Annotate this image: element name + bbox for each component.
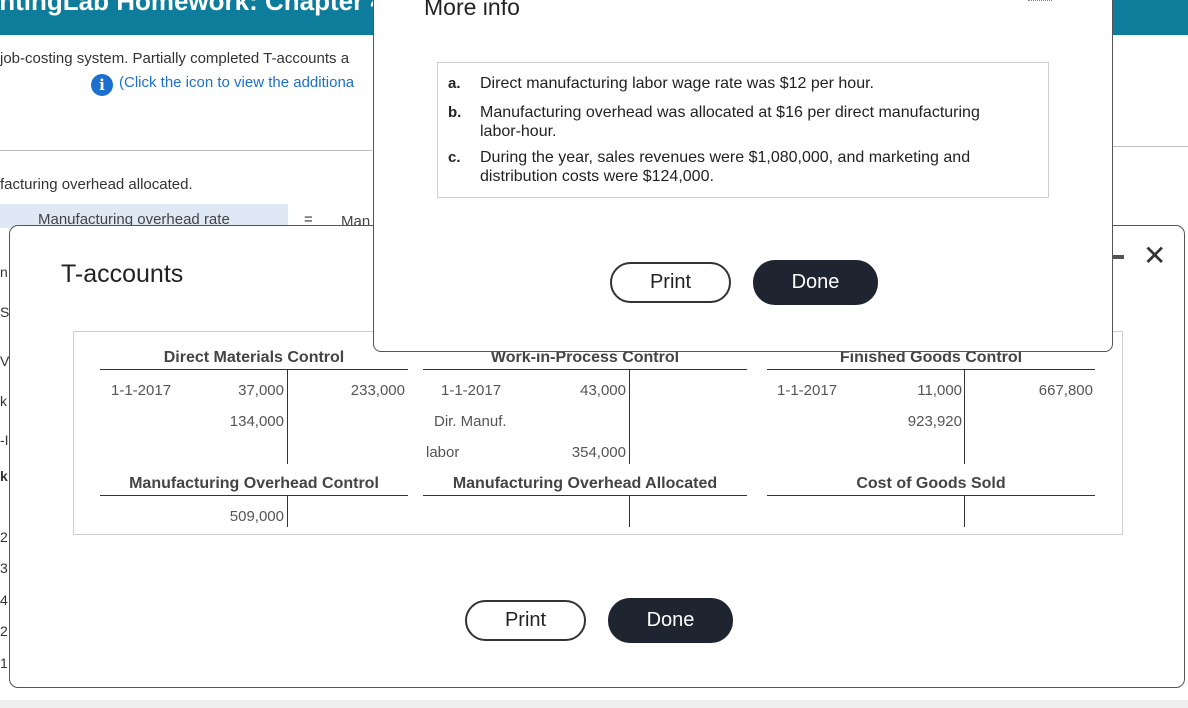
background-fragment: S <box>0 304 10 320</box>
t-accounts-title: T-accounts <box>61 260 184 288</box>
t-account-rule <box>767 369 1095 370</box>
note-text: Direct manufacturing labor wage rate was… <box>480 75 874 92</box>
fgc-credit-value: 667,800 <box>1038 382 1093 399</box>
fgc-debit-label: 1-1-2017 <box>777 382 838 399</box>
account-title-direct-materials: Direct Materials Control <box>163 349 345 366</box>
t-account-rule <box>287 495 288 527</box>
dmc-credit-value: 233,000 <box>350 382 405 399</box>
wip-debit-value: 354,000 <box>571 444 626 461</box>
dmc-debit-label: 1-1-2017 <box>111 382 172 399</box>
minimize-icon[interactable] <box>1112 255 1124 259</box>
background-fragment: 4 <box>0 592 8 608</box>
homework-title: intingLab Homework: Chapter 4 <box>0 0 385 16</box>
background-fragment: V <box>0 353 10 369</box>
note-letter: c. <box>448 149 461 166</box>
background-fragment: k <box>0 393 7 409</box>
background-fragment: 1 <box>0 655 8 671</box>
allocated-text: facturing overhead allocated. <box>0 176 193 193</box>
wip-debit-label: labor <box>426 444 460 461</box>
account-title-overhead-control: Manufacturing Overhead Control <box>129 475 379 492</box>
fgc-debit-value: 923,920 <box>907 413 962 430</box>
moc-debit-value: 509,000 <box>229 508 284 525</box>
t-accounts-done-button[interactable]: Done <box>608 598 733 643</box>
background-fragment: 2 <box>0 623 8 639</box>
t-account-rule <box>287 369 288 464</box>
dotted-handle <box>1028 0 1052 3</box>
note-text: During the year, sales revenues were $1,… <box>480 149 971 185</box>
background-fragment: n <box>0 264 8 280</box>
note-letter: b. <box>448 104 462 121</box>
close-icon[interactable]: ✕ <box>1143 242 1166 270</box>
t-account-rule <box>964 369 965 464</box>
t-account-rule <box>964 495 965 527</box>
intro-text: job-costing system. Partially completed … <box>0 50 350 67</box>
divider <box>1113 146 1188 147</box>
t-account-rule <box>629 369 630 464</box>
account-title-cogs: Cost of Goods Sold <box>856 475 1006 492</box>
t-accounts-print-button[interactable]: Print <box>465 600 586 641</box>
note-letter: a. <box>448 75 461 92</box>
more-info-title: More info <box>424 0 520 20</box>
wip-debit-value: 43,000 <box>580 382 626 399</box>
background-fragment: 2 <box>0 529 8 545</box>
background-fragment: 3 <box>0 560 8 576</box>
t-account-rule <box>100 369 408 370</box>
t-account-rule <box>100 495 408 496</box>
more-info-print-button[interactable]: Print <box>610 262 731 303</box>
more-info-done-button[interactable]: Done <box>753 260 878 305</box>
wip-debit-label: 1-1-2017 <box>441 382 502 399</box>
account-title-overhead-allocated: Manufacturing Overhead Allocated <box>452 475 718 492</box>
bottom-strip <box>0 700 1188 708</box>
t-account-rule <box>629 495 630 527</box>
t-account-rule <box>423 369 747 370</box>
background-fragment: -I <box>0 432 9 448</box>
dmc-debit-value: 134,000 <box>229 413 284 430</box>
t-account-rule <box>767 495 1095 496</box>
additional-info-link[interactable]: (Click the icon to view the additiona <box>119 74 354 91</box>
divider <box>0 150 372 151</box>
wip-debit-label: Dir. Manuf. <box>434 413 507 430</box>
dmc-debit-value: 37,000 <box>238 382 284 399</box>
fgc-debit-value: 11,000 <box>917 382 962 399</box>
background-fragment: k <box>0 468 8 484</box>
t-account-rule <box>423 495 747 496</box>
info-icon[interactable]: i <box>91 74 113 96</box>
note-text: Manufacturing overhead was allocated at … <box>480 104 980 140</box>
